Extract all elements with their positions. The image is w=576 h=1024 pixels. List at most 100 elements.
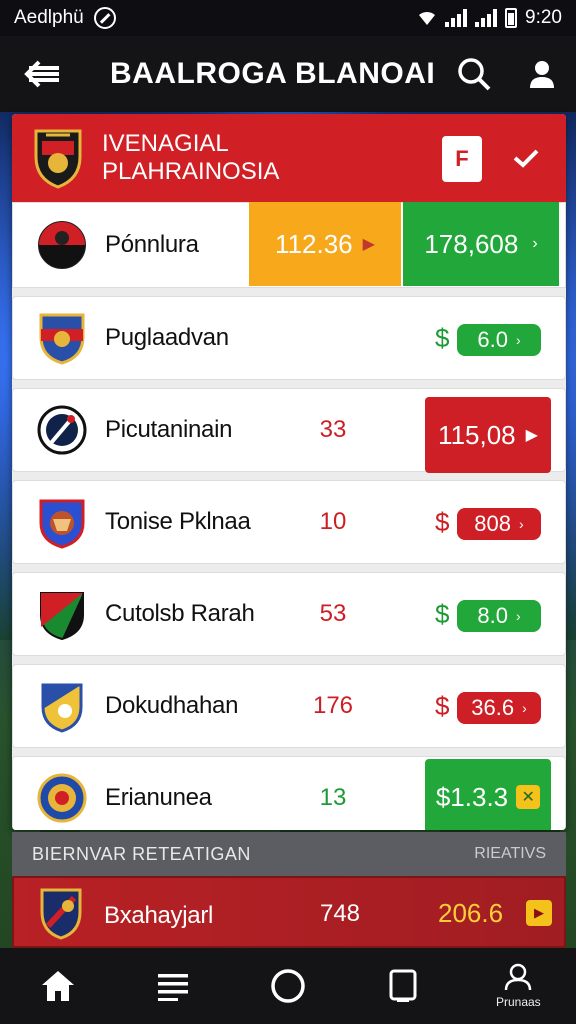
chevron-right-icon: › bbox=[519, 516, 524, 532]
chevron-right-icon: › bbox=[515, 332, 521, 348]
do-not-disturb-icon bbox=[93, 7, 116, 29]
odds-value: 8.0 bbox=[477, 603, 508, 628]
search-button[interactable] bbox=[440, 36, 508, 112]
currency-icon: $ bbox=[435, 506, 450, 537]
profile-button[interactable] bbox=[508, 36, 576, 112]
nav-list[interactable] bbox=[128, 948, 218, 1024]
team-value: 33 bbox=[319, 416, 347, 443]
tablet-icon bbox=[389, 969, 417, 1002]
league-header: IVENAGIAL PLAHRAINOSIA F bbox=[12, 114, 566, 202]
team-row[interactable]: Cutolsb Rarah 53 $ 8.0 › bbox=[12, 572, 566, 656]
nav-tablet[interactable] bbox=[358, 948, 448, 1024]
section-header: BIERNVAR RETEATIGAN RIEATIVS bbox=[12, 832, 566, 876]
team-crest-icon bbox=[41, 683, 83, 733]
odds-pill[interactable]: 808 › bbox=[457, 508, 541, 540]
currency-icon: $ bbox=[435, 690, 450, 721]
team-value: 176 bbox=[312, 692, 354, 719]
back-button[interactable] bbox=[0, 36, 84, 112]
odds-value: $1.3.3 bbox=[435, 781, 509, 812]
team-name: Erianunea bbox=[105, 784, 212, 811]
odds-tile[interactable]: $1.3.3 ✕ bbox=[425, 759, 551, 830]
nav-profile-label: Prunaas bbox=[495, 995, 541, 1009]
confirm-button[interactable] bbox=[506, 138, 546, 178]
odds-tile-right[interactable]: 178,608 › bbox=[403, 202, 559, 286]
team-value: 10 bbox=[319, 508, 347, 535]
league-title-line1: IVENAGIAL bbox=[102, 130, 229, 157]
team-crest-icon bbox=[40, 592, 84, 641]
team-crest-icon bbox=[39, 499, 85, 549]
page-title: BAALROGA BLANOAI bbox=[110, 57, 436, 90]
user-icon bbox=[530, 61, 554, 88]
odds-tile[interactable]: 115,08 ▶ bbox=[425, 397, 551, 473]
app-header: BAALROGA BLANOAI bbox=[0, 36, 576, 112]
odds-value: 112.36 bbox=[275, 228, 353, 259]
check-icon bbox=[513, 149, 539, 168]
team-crest-icon bbox=[39, 313, 85, 365]
chevron-right-icon[interactable]: ▶ bbox=[526, 900, 552, 926]
chevron-right-icon: › bbox=[532, 235, 538, 252]
odds-tile-left[interactable]: 112.36 ▶ bbox=[249, 202, 401, 286]
featured-team-row[interactable]: Bxahayjarl 748 206.6 ▶ bbox=[12, 876, 566, 948]
team-crest-icon bbox=[37, 773, 87, 823]
currency-icon: $ bbox=[435, 322, 450, 353]
team-name: Dokudhahan bbox=[105, 692, 239, 719]
team-row[interactable]: Pónnlura 112.36 ▶ 178,608 › bbox=[12, 202, 566, 288]
team-value: 13 bbox=[319, 784, 347, 811]
team-name: Pónnlura bbox=[105, 231, 199, 258]
chevron-right-icon: ▶ bbox=[362, 236, 375, 253]
carrier-label: Aedlphü bbox=[14, 7, 84, 28]
team-crest-icon bbox=[37, 405, 87, 455]
nav-profile[interactable]: Prunaas bbox=[473, 948, 563, 1024]
team-row[interactable]: Puglaadvan $ 6.0 › bbox=[12, 296, 566, 380]
chevron-right-icon: › bbox=[515, 608, 521, 624]
search-icon bbox=[458, 58, 491, 91]
team-value: 748 bbox=[319, 900, 361, 927]
filter-icon: F bbox=[455, 146, 469, 171]
team-row[interactable]: Erianunea 13 $1.3.3 ✕ bbox=[12, 756, 566, 830]
back-arrow-icon bbox=[24, 60, 59, 88]
team-name: Tonise Pklnaa bbox=[105, 508, 251, 535]
circle-icon bbox=[271, 969, 305, 1003]
highlight-value: 206.6 bbox=[438, 898, 504, 928]
league-crest-icon bbox=[34, 129, 82, 189]
odds-pill[interactable]: 6.0 › bbox=[457, 324, 541, 356]
odds-pill[interactable]: 36.6 › bbox=[457, 692, 541, 724]
status-bar: Aedlphü 9:20 bbox=[0, 0, 576, 36]
wifi-icon bbox=[419, 11, 436, 25]
currency-icon: $ bbox=[435, 598, 450, 629]
team-value: 53 bbox=[319, 600, 347, 627]
league-card: IVENAGIAL PLAHRAINOSIA F Pónnlura 112.36… bbox=[12, 114, 566, 830]
home-icon bbox=[41, 971, 74, 1001]
odds-pill[interactable]: 8.0 › bbox=[457, 600, 541, 632]
chevron-right-icon: › bbox=[522, 700, 527, 716]
team-row[interactable]: Picutaninain 33 115,08 ▶ bbox=[12, 388, 566, 473]
odds-value: 6.0 bbox=[477, 327, 508, 352]
signal-icon-2 bbox=[475, 9, 498, 27]
battery-icon bbox=[505, 8, 518, 28]
section-link[interactable]: RIEATIVS bbox=[474, 845, 546, 863]
team-row[interactable]: Dokudhahan 176 $ 36.6 › bbox=[12, 664, 566, 748]
close-icon: ✕ bbox=[516, 785, 541, 809]
list-icon bbox=[157, 974, 188, 1001]
odds-value: 36.6 bbox=[471, 695, 515, 720]
team-name: Puglaadvan bbox=[105, 324, 229, 351]
team-name: Cutolsb Rarah bbox=[105, 600, 255, 627]
league-title: IVENAGIAL PLAHRAINOSIA bbox=[102, 130, 279, 186]
team-name: Bxahayjarl bbox=[104, 902, 214, 929]
team-row[interactable]: Tonise Pklnaa 10 $ 808 › bbox=[12, 480, 566, 564]
team-crest-icon bbox=[38, 221, 86, 269]
chevron-right-icon: ▶ bbox=[525, 427, 538, 444]
status-time: 9:20 bbox=[525, 7, 562, 28]
league-title-line2: PLAHRAINOSIA bbox=[102, 158, 280, 185]
nav-home[interactable] bbox=[13, 948, 103, 1024]
bottom-nav: Prunaas bbox=[0, 948, 576, 1024]
section-title: BIERNVAR RETEATIGAN bbox=[32, 843, 251, 864]
nav-center[interactable] bbox=[243, 948, 333, 1024]
filter-button[interactable]: F bbox=[442, 136, 482, 182]
odds-value: 115,08 bbox=[438, 419, 516, 450]
team-name: Picutaninain bbox=[105, 416, 233, 443]
odds-value: 178,608 bbox=[424, 228, 519, 259]
team-crest-icon bbox=[40, 888, 82, 940]
odds-value: 808 bbox=[474, 511, 512, 536]
signal-icon bbox=[445, 9, 468, 27]
